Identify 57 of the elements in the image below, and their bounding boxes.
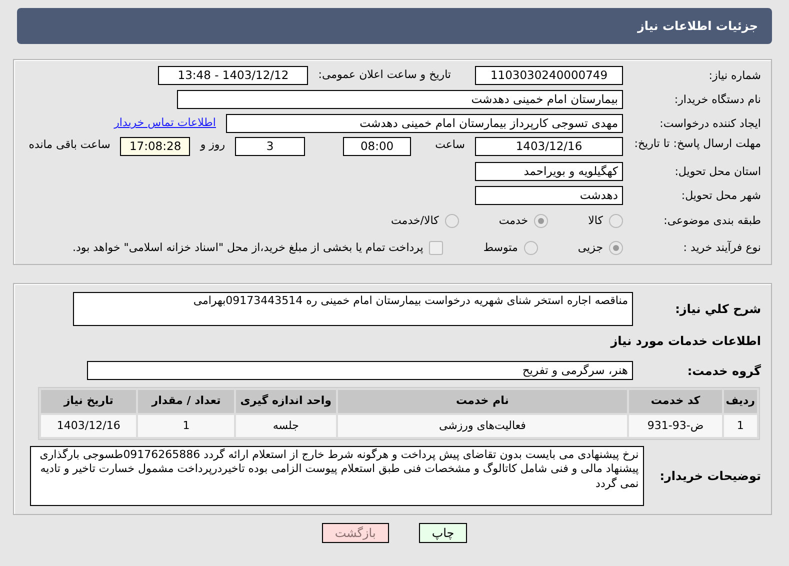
option-label: جزیی xyxy=(578,240,603,256)
field-label: استان محل تحویل: xyxy=(674,164,761,178)
column-header: کد خدمت xyxy=(629,390,722,412)
field-label: روز و xyxy=(200,137,226,153)
field-value: مهدی تسوجی کارپرداز بیمارستان امام خمینی دهدشت xyxy=(226,114,623,133)
field-label: شرح كلي نياز: xyxy=(674,301,761,318)
field-value: دهدشت xyxy=(475,186,623,205)
contact-link[interactable]: اطلاعات تماس خریدار xyxy=(114,115,216,132)
section-heading: اطلاعات خدمات مورد نیاز xyxy=(609,333,761,350)
radio-button[interactable] xyxy=(609,241,623,255)
table-cell: ض-93-931 xyxy=(629,414,722,437)
field-label: تاریخ و ساعت اعلان عمومی: xyxy=(318,67,451,84)
field-value: 17:08:28 xyxy=(120,137,190,156)
header-title: جزئیات اطلاعات نیاز xyxy=(637,18,758,35)
option-label: خدمت xyxy=(498,212,528,229)
field-value: 3 xyxy=(235,137,306,156)
option-label: کالا/خدمت xyxy=(391,212,439,229)
field-value: بیمارستان امام خمینی دهدشت xyxy=(177,90,623,109)
field-label: نوع فرآیند خرید : xyxy=(682,241,761,255)
back-button[interactable]: بازگشت xyxy=(322,523,389,543)
radio-button[interactable] xyxy=(524,241,538,255)
column-header: تعداد / مقدار xyxy=(138,390,234,412)
notes-field[interactable]: نرخ پیشنهادی می بایست بدون تقاضای پیش پرداخت و هرگونه شرط خارج از استعلام ارائه گردد 09176265886طسوجی بارگذاری پیشنهاد مالی و فنی شامل کاتالوگ و مشخصات فنی طبق استعلام پیوست الزامی بوده تاخیردرپرداخت مشمول خسارت تاخیر و تادیه نمی گردد xyxy=(30,446,644,506)
column-header: ردیف xyxy=(724,390,757,412)
field-label: طبقه بندی موضوعی: xyxy=(662,214,761,228)
field-label: گروه خدمت: xyxy=(686,362,761,380)
field-value: 08:00 xyxy=(343,137,412,156)
field-label: ساعت باقی مانده xyxy=(28,137,110,153)
radio-button[interactable] xyxy=(444,214,459,228)
field-label: توضیحات خریدار: xyxy=(658,468,761,485)
table-cell: 1 xyxy=(138,414,234,437)
column-header: نام خدمت xyxy=(338,390,628,412)
column-header: تاریخ نیاز xyxy=(41,390,136,412)
print-button[interactable]: چاپ xyxy=(418,523,468,543)
table-cell: فعالیت‌های ورزشی xyxy=(338,414,628,437)
option-label: کالا xyxy=(588,212,603,229)
field-value: هنر، سرگرمی و تفریح xyxy=(87,361,633,380)
checkbox[interactable] xyxy=(429,241,444,255)
option-label: متوسط xyxy=(483,240,518,256)
field-value: کهگیلویه و بویراحمد xyxy=(475,162,623,181)
field-label: شهر محل تحویل: xyxy=(680,188,761,202)
column-header: واحد اندازه گیری xyxy=(236,390,336,412)
radio-button[interactable] xyxy=(609,214,623,228)
field-label: ساعت xyxy=(435,137,465,153)
field-value: 1403/12/12 - 13:48 xyxy=(158,66,308,85)
field-value: 1403/12/16 xyxy=(475,137,623,156)
field-label: شماره نیاز: xyxy=(708,68,761,82)
field-label: ایجاد کننده درخواست: xyxy=(658,116,761,130)
field-label: مهلت ارسال پاسخ: تا تاریخ: xyxy=(633,137,761,150)
table-cell: 1403/12/16 xyxy=(41,414,136,437)
field-label: نام دستگاه خریدار: xyxy=(673,92,761,106)
table-cell: 1 xyxy=(724,414,757,437)
radio-button[interactable] xyxy=(534,214,548,228)
description-field[interactable]: مناقصه اجاره استخر شنای شهریه درخواست بیمارستان امام خمینی ره 09173443514بهرامی xyxy=(73,292,633,326)
field-value: 1103030240000749 xyxy=(475,66,623,85)
table-cell: جلسه xyxy=(236,414,336,437)
checkbox-label: پرداخت تمام یا بخشی از مبلغ خرید،از محل "اسناد خزانه اسلامی" خواهد بود. xyxy=(72,240,424,256)
